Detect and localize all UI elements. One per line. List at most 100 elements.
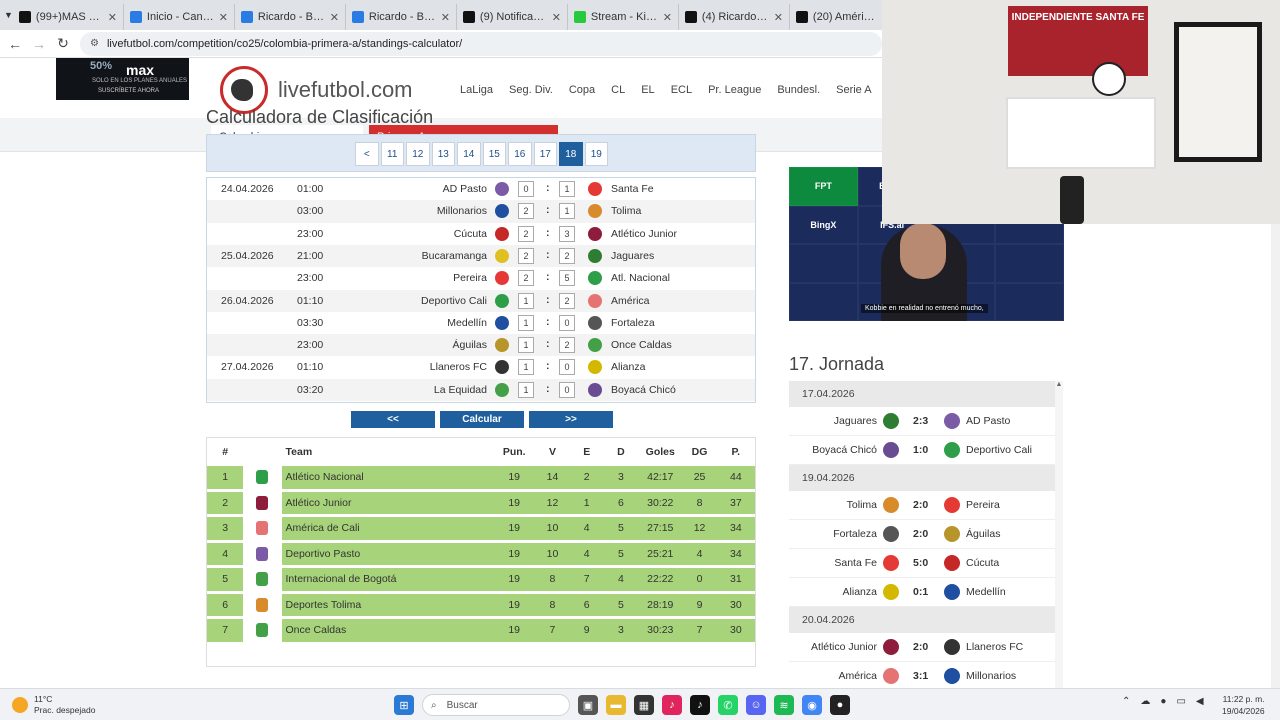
team-name-cell[interactable]: Once Caldas [281,619,494,642]
round-button[interactable]: 19 [584,142,608,166]
round-button[interactable]: 13 [431,142,455,166]
nav-link[interactable]: EL [641,84,654,96]
tab-search-chevron-icon[interactable]: ▼ [4,4,13,26]
home-score-input[interactable]: 1 [518,314,534,331]
close-icon[interactable]: ✕ [552,11,561,24]
table-row[interactable]: 2 Atlético Junior 19 12 1 6 30:22 8 37 [207,491,755,514]
tiktok-icon[interactable]: ♪ [690,695,710,715]
team-name-cell[interactable]: Deportivo Pasto [281,542,494,565]
table-row[interactable]: 4 Deportivo Pasto 19 10 4 5 25:21 4 34 [207,542,755,565]
whatsapp-icon[interactable]: ✆ [718,695,738,715]
standings-header[interactable]: # [207,441,243,463]
close-icon[interactable]: ✕ [774,11,783,24]
result-row[interactable]: Fortaleza 2:0 Águilas [789,520,1055,549]
previous-round-button[interactable]: << [351,411,435,428]
close-icon[interactable]: ✕ [219,11,228,24]
task-view-icon[interactable]: ▣ [578,695,598,715]
nav-link[interactable]: Seg. Div. [509,84,553,96]
standings-header[interactable]: Team [282,441,494,463]
browser-tab[interactable]: (9) Notificaciones ✕ [457,4,568,30]
away-score-input[interactable]: 0 [559,359,575,376]
browser-tab[interactable]: (99+)MAS TRAPO ✕ [13,4,124,30]
round-button[interactable]: 11 [380,142,404,166]
nav-link[interactable]: Copa [569,84,595,96]
standings-header[interactable]: V [535,441,569,463]
team-name-cell[interactable]: Atlético Nacional [281,466,494,489]
away-score-input[interactable]: 0 [559,381,575,398]
app-icon[interactable]: ♪ [662,695,682,715]
away-score-input[interactable]: 3 [559,225,575,242]
chevron-up-icon[interactable]: ⌃ [1122,696,1130,707]
browser-tab[interactable]: Ricardo - Banner ✕ [346,4,457,30]
close-icon[interactable]: ✕ [663,11,672,24]
store-icon[interactable]: ▦ [634,695,654,715]
round-button[interactable]: 15 [482,142,506,166]
standings-header[interactable] [243,441,281,463]
result-row[interactable]: Tolima 2:0 Pereira [789,491,1055,520]
jornada-scrollbar[interactable]: ▲ [1055,381,1063,688]
home-score-input[interactable]: 0 [518,181,534,197]
standings-header[interactable]: P. [717,441,755,463]
team-name-cell[interactable]: América de Cali [281,517,494,540]
result-row[interactable]: Atlético Junior 2:0 Llaneros FC [789,633,1055,662]
nav-link[interactable]: CL [611,84,625,96]
result-row[interactable]: Alianza 0:1 Medellín [789,578,1055,607]
round-button[interactable]: 14 [457,142,481,166]
back-icon[interactable]: ← [8,36,22,52]
team-name-cell[interactable]: Deportes Tolima [281,593,494,616]
mic-icon[interactable]: ● [1160,696,1166,707]
away-score-input[interactable]: 5 [559,270,575,287]
reload-icon[interactable]: ↻ [56,35,70,52]
home-score-input[interactable]: 1 [518,292,534,309]
standings-header[interactable]: Goles [638,441,682,463]
home-score-input[interactable]: 1 [518,381,534,398]
home-score-input[interactable]: 2 [518,203,534,220]
page-scrollbar[interactable] [1271,224,1280,688]
browser-tab[interactable]: Stream - Kick Das ✕ [568,4,679,30]
round-button[interactable]: 12 [406,142,430,166]
browser-tab[interactable]: (4) RicardoEscob ✕ [679,4,790,30]
url-input[interactable]: ⚙ livefutbol.com/competition/co25/colomb… [80,31,882,56]
result-row[interactable]: Santa Fe 5:0 Cúcuta [789,549,1055,578]
cloud-icon[interactable]: ☁ [1140,696,1150,707]
away-score-input[interactable]: 2 [559,337,575,354]
table-row[interactable]: 1 Atlético Nacional 19 14 2 3 42:17 25 44 [207,466,755,489]
forward-icon[interactable]: → [32,36,46,52]
result-row[interactable]: Boyacá Chicó 1:0 Deportivo Cali [789,436,1055,465]
standings-header[interactable]: D [604,441,638,463]
file-explorer-icon[interactable]: ▬ [606,695,626,715]
away-score-input[interactable]: 1 [559,203,575,220]
away-score-input[interactable]: 2 [559,292,575,309]
table-row[interactable]: 6 Deportes Tolima 19 8 6 5 28:19 9 30 [207,593,755,616]
standings-header[interactable]: DG [682,441,716,463]
site-info-icon[interactable]: ⚙ [90,38,99,49]
close-icon[interactable]: ✕ [108,11,117,24]
app-icon-2[interactable]: ● [830,695,850,715]
away-score-input[interactable]: 0 [559,314,575,331]
nav-link[interactable]: Bundesl. [777,84,820,96]
browser-tab[interactable]: Inicio - Canva ✕ [124,4,235,30]
previous-rounds-button[interactable]: < [355,142,379,166]
scroll-up-icon[interactable]: ▲ [1055,381,1063,388]
advertisement-banner[interactable]: 50% max SOLO EN LOS PLANES ANUALES SUSCR… [56,58,189,100]
spotify-icon[interactable]: ≋ [774,695,794,715]
discord-icon[interactable]: ☺ [746,695,766,715]
table-row[interactable]: 7 Once Caldas 19 7 9 3 30:23 7 30 [207,619,755,642]
table-row[interactable]: 5 Internacional de Bogotá 19 8 7 4 22:22 0 31 [207,568,755,591]
table-row[interactable]: 3 América de Cali 19 10 4 5 27:15 12 34 [207,517,755,540]
team-name-cell[interactable]: Internacional de Bogotá [281,568,494,591]
chrome-icon[interactable]: ◉ [802,695,822,715]
result-row[interactable]: Jaguares 2:3 AD Pasto [789,407,1055,436]
volume-icon[interactable]: ◀ [1196,696,1204,707]
next-round-button[interactable]: >> [529,411,613,428]
windows-start-icon[interactable]: ⊞ [394,695,414,715]
home-score-input[interactable]: 1 [518,359,534,376]
nav-link[interactable]: ECL [671,84,692,96]
home-score-input[interactable]: 2 [518,225,534,242]
system-clock[interactable]: 11:22 p. m. 19/04/2026 [1222,693,1265,717]
away-score-input[interactable]: 2 [559,247,575,264]
nav-link[interactable]: Serie A [836,84,871,96]
nav-link[interactable]: LaLiga [460,84,493,96]
round-button[interactable]: 16 [508,142,532,166]
standings-header[interactable]: Pun. [493,441,535,463]
